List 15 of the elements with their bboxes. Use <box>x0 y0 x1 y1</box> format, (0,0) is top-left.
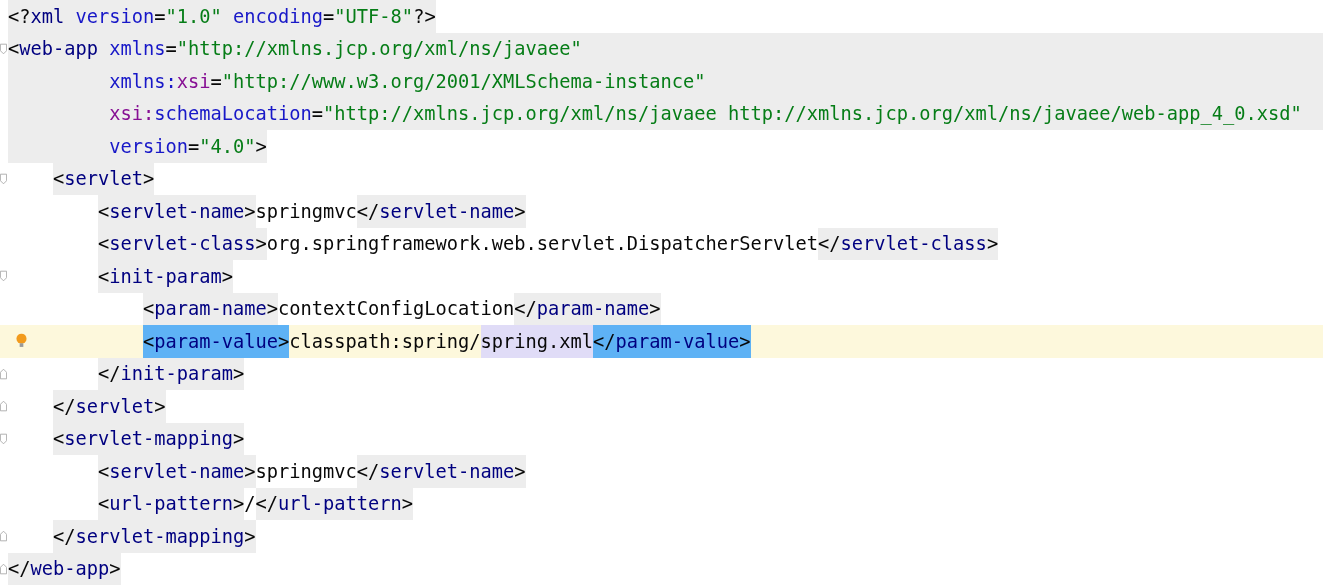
code-line: <servlet-name>springmvc</servlet-name> <box>98 455 526 488</box>
lightbulb-icon[interactable] <box>16 333 27 348</box>
code-line: <param-name>contextConfigLocation</param-name> <box>143 292 661 325</box>
fold-icon[interactable] <box>0 42 7 55</box>
code-line: <servlet-class>org.springframework.web.servlet.DispatcherServlet</servlet-class> <box>98 227 999 260</box>
fold-icon[interactable] <box>0 400 7 413</box>
fold-icon[interactable] <box>0 172 7 185</box>
code-line: <servlet-name>springmvc</servlet-name> <box>98 195 526 228</box>
fold-icon[interactable] <box>0 367 7 380</box>
fold-icon[interactable] <box>0 432 7 445</box>
code-line: <param-value>classpath:spring/spring.xml</param-value> <box>143 325 751 358</box>
code-line: <url-pattern>/</url-pattern> <box>98 487 414 520</box>
fold-icon[interactable] <box>0 270 7 283</box>
fold-icon[interactable] <box>0 562 7 575</box>
fold-icon[interactable] <box>0 530 7 543</box>
